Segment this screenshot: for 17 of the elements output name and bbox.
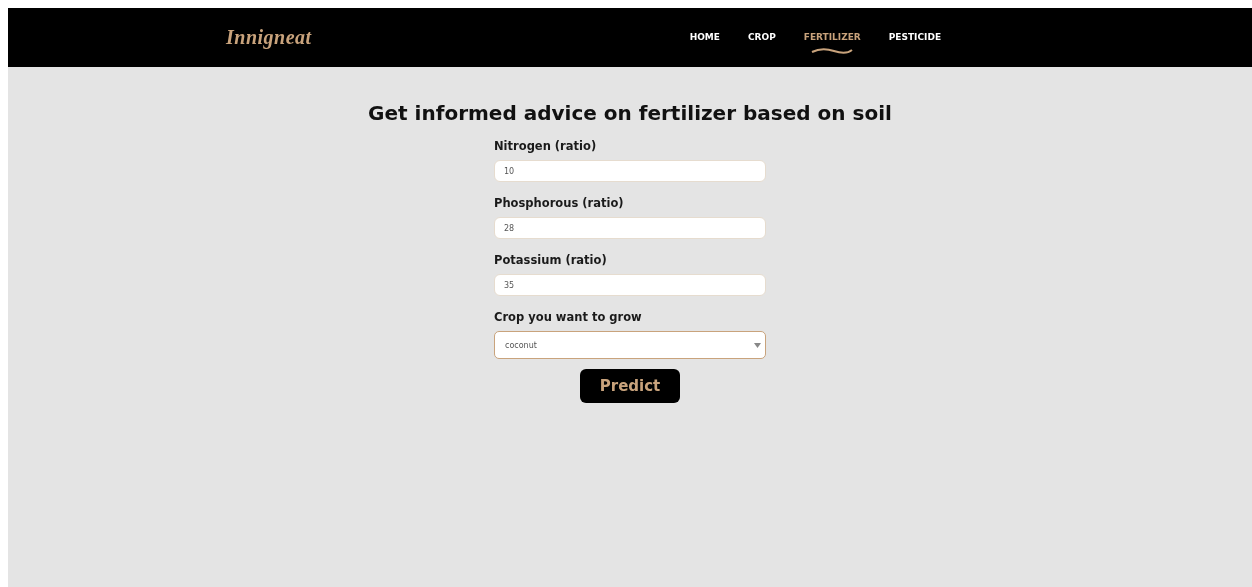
field-label: Phosphorous (ratio) xyxy=(494,196,624,210)
field-label: Crop you want to grow xyxy=(494,310,642,324)
logo[interactable]: Innigneat xyxy=(226,26,312,49)
nav-link[interactable]: FERTILIZER xyxy=(789,32,875,60)
caret-icon xyxy=(754,342,761,348)
nav-link[interactable]: CROP xyxy=(733,32,790,60)
predict-button[interactable]: Predict xyxy=(579,369,681,403)
nav-link[interactable]: PESTICIDE xyxy=(874,32,956,60)
input-field[interactable]: 35 xyxy=(494,274,766,296)
field-label: Potassium (ratio) xyxy=(494,253,607,267)
swash-underline-icon xyxy=(810,46,855,56)
dropdown[interactable]: coconut xyxy=(494,331,766,359)
input-field[interactable]: 28 xyxy=(494,217,766,239)
nav-link[interactable]: HOME xyxy=(675,32,734,60)
page-heading: Get informed advice on fertilizer based on soil xyxy=(367,101,893,125)
input-field[interactable]: 10 xyxy=(494,160,766,182)
field-label: Nitrogen (ratio) xyxy=(494,139,597,153)
